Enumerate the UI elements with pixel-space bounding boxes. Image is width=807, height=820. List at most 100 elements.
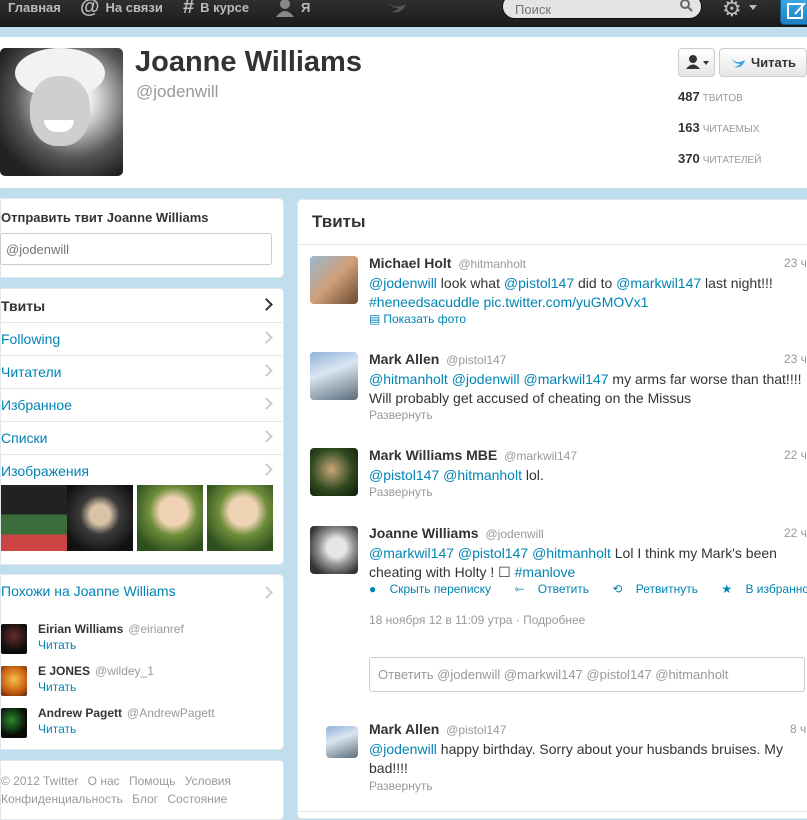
sidebar-item-following[interactable]: Following (1, 322, 283, 356)
profile-avatar[interactable] (0, 48, 123, 176)
stat-following[interactable]: 163 читаемых (678, 120, 760, 135)
tweet-item[interactable]: Michael Holt @hitmanholt 23 ч @jodenwill… (298, 245, 807, 342)
tweet-time[interactable]: 23 ч (784, 256, 807, 270)
mention-link[interactable]: @hitmanholt (532, 545, 611, 561)
tweet-author-name[interactable]: Mark Williams MBE (369, 447, 497, 463)
avatar[interactable] (326, 726, 358, 758)
stat-followers[interactable]: 370 читателей (678, 151, 761, 166)
hashtag-link[interactable]: #heneedsacuddle (369, 294, 480, 310)
tweet-item[interactable]: Mark Williams MBE @markwil147 22 ч @pist… (298, 437, 807, 516)
expand-link[interactable]: Развернуть (369, 408, 433, 422)
nav-discover[interactable]: # В курсе (183, 0, 249, 21)
person-icon (276, 0, 294, 17)
mention-link[interactable]: @pistol147 (458, 545, 528, 561)
top-navigation-bar: Главная @ На связи # В курсе Я ⚙ (0, 0, 807, 27)
mention-link[interactable]: @markwil147 (524, 371, 609, 387)
follow-link[interactable]: Читать (38, 722, 76, 736)
nav-me[interactable]: Я (275, 0, 310, 21)
hash-icon: # (183, 0, 195, 18)
gear-icon[interactable]: ⚙ (722, 0, 742, 22)
follow-link[interactable]: Читать (38, 680, 76, 694)
tweet-time[interactable]: 23 ч (784, 352, 807, 366)
tweet-to-input[interactable] (0, 233, 272, 265)
tweet-author-handle[interactable]: @hitmanholt (458, 257, 526, 271)
tweet-meta[interactable]: 18 ноября 12 в 11:09 утра · Подробнее (369, 613, 585, 627)
thumbnail-image[interactable] (207, 485, 273, 551)
similar-user-name[interactable]: E JONES @wildey_1 (38, 664, 154, 678)
tweet-time[interactable]: 22 ч (784, 526, 807, 540)
reply-input[interactable]: Ответить @jodenwill @markwil147 @pistol1… (369, 657, 805, 692)
tweet-time[interactable]: 22 ч (784, 448, 807, 462)
tweet-author-handle[interactable]: @pistol147 (446, 723, 506, 737)
avatar[interactable] (310, 352, 358, 400)
favorite-action[interactable]: ★ В избранное (721, 582, 807, 596)
user-actions-button[interactable] (678, 48, 715, 77)
stat-followers-value: 370 (678, 151, 700, 166)
footer-link-help[interactable]: Помощь (129, 774, 175, 788)
footer-link-about[interactable]: О нас (88, 774, 120, 788)
search-icon[interactable] (679, 0, 693, 12)
expand-link[interactable]: Развернуть (369, 779, 433, 793)
tweet-item-expanded[interactable]: Joanne Williams @jodenwill 22 ч @markwil… (298, 515, 807, 712)
sidebar-item-followers[interactable]: Читатели (1, 355, 283, 389)
thumbnail-image[interactable] (67, 485, 133, 551)
compose-tweet-button[interactable] (780, 0, 807, 25)
stat-tweets[interactable]: 487 твитов (678, 89, 743, 104)
retweet-action[interactable]: ⟲ Ретвитнуть (612, 582, 708, 596)
photo-icon: ▤ (369, 312, 381, 326)
avatar[interactable] (1, 624, 27, 654)
mention-link[interactable]: @pistol147 (504, 275, 574, 291)
search-box[interactable] (502, 0, 702, 19)
reply-action[interactable]: ⇽ Ответить (514, 582, 599, 596)
mention-link[interactable]: @jodenwill (369, 741, 437, 757)
similar-users-title[interactable]: Похожи на Joanne Williams (1, 583, 176, 599)
avatar[interactable] (1, 666, 27, 696)
avatar[interactable] (310, 448, 358, 496)
hide-conversation-action[interactable]: ● Скрыть переписку (369, 582, 501, 596)
sidebar-item-label: Списки (1, 429, 48, 446)
tweet-text: @jodenwill happy birthday. Sorry about y… (369, 741, 783, 776)
sidebar-item-lists[interactable]: Списки (1, 421, 283, 455)
show-photo-link[interactable]: ▤ Показать фото (369, 312, 476, 326)
mention-link[interactable]: @jodenwill (452, 371, 520, 387)
similar-user-name[interactable]: Andrew Pagett @AndrewPagett (38, 706, 215, 720)
pic-link[interactable]: pic.twitter.com/yuGMOVx1 (483, 294, 648, 310)
avatar[interactable] (310, 526, 358, 574)
follow-link[interactable]: Читать (38, 638, 76, 652)
sidebar-item-favorites[interactable]: Избранное (1, 388, 283, 422)
sidebar-item-tweets[interactable]: Твиты (1, 289, 283, 323)
nav-home[interactable]: Главная (8, 0, 61, 21)
tweet-item[interactable]: Mark Allen @pistol147 23 ч @hitmanholt @… (298, 341, 807, 438)
tweet-author-name[interactable]: Mark Allen (369, 721, 439, 737)
tweet-item[interactable]: Mark Allen @pistol147 8 ч @jodenwill hap… (298, 711, 807, 812)
chevron-right-icon (260, 586, 273, 599)
tweet-author-handle[interactable]: @markwil147 (504, 449, 577, 463)
thumbnail-image[interactable] (1, 485, 67, 551)
tweet-author-name[interactable]: Michael Holt (369, 255, 451, 271)
thumbnail-image[interactable] (137, 485, 203, 551)
similar-user-name[interactable]: Eirian Williams @eirianref (38, 622, 184, 636)
tweet-author-name[interactable]: Joanne Williams (369, 525, 479, 541)
footer-link-terms[interactable]: Условия (185, 774, 231, 788)
tweet-author-name[interactable]: Mark Allen (369, 351, 439, 367)
tweet-author-handle[interactable]: @jodenwill (485, 527, 543, 541)
avatar[interactable] (1, 708, 27, 738)
search-input[interactable] (513, 0, 677, 18)
twitter-bird-icon[interactable] (386, 0, 408, 14)
person-icon (686, 55, 709, 69)
avatar[interactable] (310, 256, 358, 304)
mention-link[interactable]: @markwil147 (616, 275, 701, 291)
mention-link[interactable]: @pistol147 (369, 467, 439, 483)
mention-link[interactable]: @hitmanholt (369, 371, 448, 387)
mention-link[interactable]: @markwil147 (369, 545, 454, 561)
mention-link[interactable]: @jodenwill (369, 275, 437, 291)
tweet-author-handle[interactable]: @pistol147 (446, 353, 506, 367)
nav-connect[interactable]: @ На связи (80, 0, 163, 21)
hashtag-link[interactable]: #manlove (515, 564, 576, 580)
sidebar-item-images[interactable]: Изображения (1, 454, 283, 487)
mention-link[interactable]: @hitmanholt (443, 467, 522, 483)
tweet-to-card: Отправить твит Joanne Williams (0, 198, 284, 278)
follow-button[interactable]: Читать (719, 48, 807, 77)
expand-link[interactable]: Развернуть (369, 485, 433, 499)
tweet-time[interactable]: 8 ч (790, 722, 806, 736)
